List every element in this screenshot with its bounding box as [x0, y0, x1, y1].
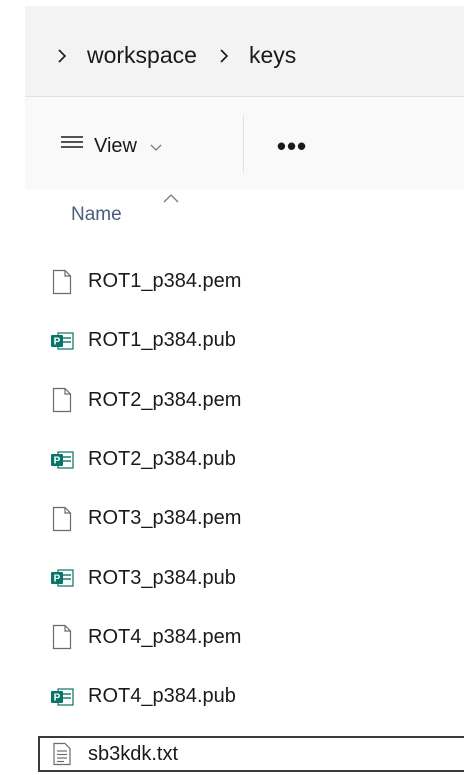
publisher-file-icon: P: [50, 565, 74, 591]
address-bar[interactable]: workspace keys: [25, 6, 464, 97]
more-options-button[interactable]: •••: [270, 127, 314, 165]
file-name: ROT2_p384.pub: [88, 448, 236, 471]
publisher-file-icon: P: [50, 328, 74, 354]
chevron-right-icon[interactable]: [47, 45, 77, 66]
list-item[interactable]: P ROT4_p384.pub: [38, 667, 464, 726]
list-item-selected[interactable]: sb3kdk.txt: [38, 736, 464, 773]
file-list: ROT1_p384.pem P ROT1_p384.pub ROT2_p384.…: [38, 252, 464, 773]
list-view-icon: [59, 134, 85, 158]
publisher-file-icon: P: [50, 684, 74, 710]
blank-file-icon: [50, 506, 74, 532]
list-item[interactable]: ROT2_p384.pem: [38, 371, 464, 430]
svg-text:P: P: [54, 336, 61, 347]
file-name: ROT4_p384.pub: [88, 685, 236, 708]
breadcrumb-item-keys[interactable]: keys: [239, 42, 308, 69]
list-item[interactable]: P ROT3_p384.pub: [38, 548, 464, 607]
file-name: ROT1_p384.pem: [88, 270, 242, 293]
svg-text:P: P: [54, 692, 61, 703]
text-file-icon: [50, 741, 74, 767]
svg-text:P: P: [54, 455, 61, 466]
blank-file-icon: [50, 269, 74, 295]
sort-ascending-icon: [162, 190, 180, 208]
list-item[interactable]: P ROT2_p384.pub: [38, 430, 464, 489]
list-item[interactable]: ROT1_p384.pem: [38, 252, 464, 311]
file-name: sb3kdk.txt: [88, 742, 179, 765]
breadcrumb: workspace keys: [47, 35, 308, 75]
file-name: ROT1_p384.pub: [88, 329, 236, 352]
list-item[interactable]: P ROT1_p384.pub: [38, 311, 464, 370]
breadcrumb-item-workspace[interactable]: workspace: [77, 42, 209, 69]
list-item[interactable]: ROT3_p384.pem: [38, 489, 464, 548]
window-edge: [0, 0, 25, 775]
command-bar: View •••: [25, 97, 464, 189]
publisher-file-icon: P: [50, 447, 74, 473]
column-header-name[interactable]: Name: [71, 204, 122, 226]
list-item[interactable]: ROT4_p384.pem: [38, 608, 464, 667]
chevron-right-icon[interactable]: [209, 45, 239, 66]
file-name: ROT4_p384.pem: [88, 625, 242, 648]
file-name: ROT3_p384.pem: [88, 507, 242, 530]
file-name: ROT2_p384.pem: [88, 388, 242, 411]
blank-file-icon: [50, 387, 74, 413]
svg-text:P: P: [54, 574, 61, 585]
blank-file-icon: [50, 624, 74, 650]
view-button[interactable]: View: [59, 127, 162, 165]
toolbar-divider: [243, 115, 244, 173]
chevron-down-icon: [150, 135, 162, 158]
file-name: ROT3_p384.pub: [88, 566, 236, 589]
view-button-label: View: [94, 134, 137, 157]
